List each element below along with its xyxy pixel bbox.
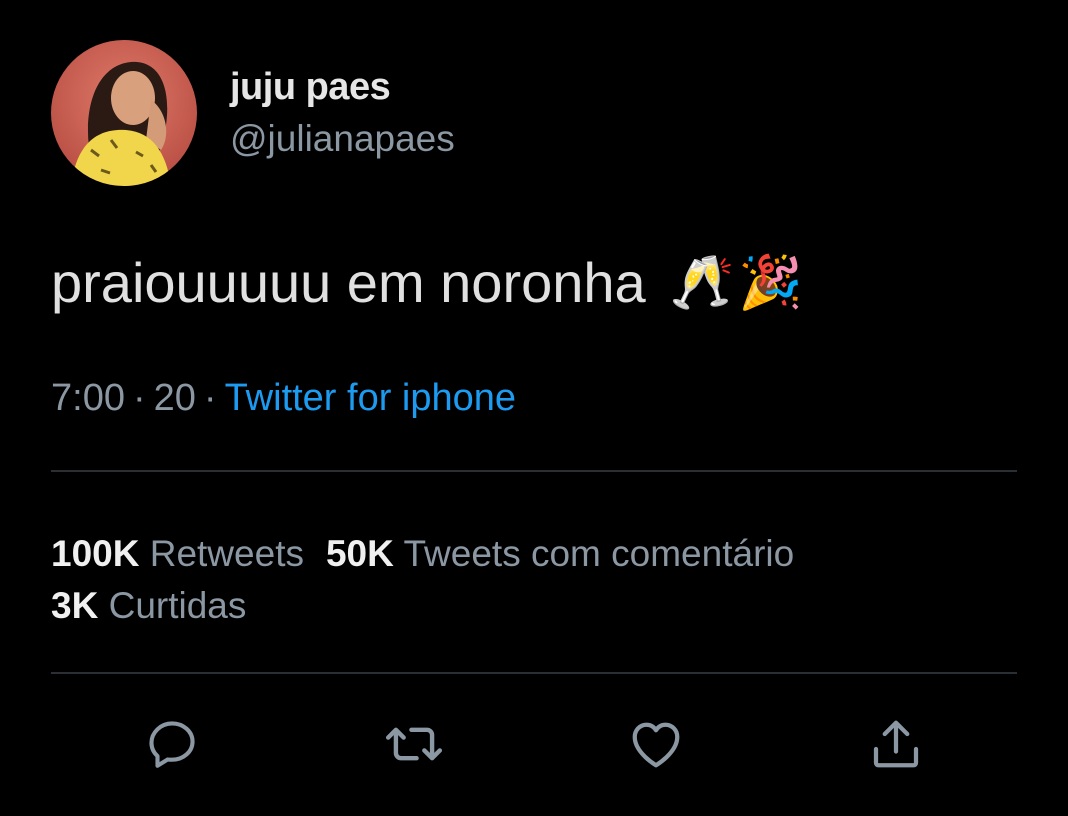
clinking-glasses-emoji: 🥂 xyxy=(669,253,735,312)
tweet-stats: 100K Retweets 50K Tweets com comentário 3… xyxy=(51,528,794,632)
divider xyxy=(51,470,1017,472)
tweet-source-link[interactable]: Twitter for iphone xyxy=(225,377,516,419)
quote-tweets-count: 50K xyxy=(325,533,394,574)
tweet-time[interactable]: 7:00 xyxy=(51,377,125,419)
tweet-detail: juju paes @julianapaes praiouuuuu em nor… xyxy=(0,0,1068,816)
party-popper-emoji: 🎉 xyxy=(738,253,804,312)
meta-separator: · xyxy=(203,377,217,419)
reply-icon xyxy=(149,721,195,768)
likes-label: Curtidas xyxy=(108,585,247,626)
likes-count: 3K xyxy=(51,585,99,626)
divider xyxy=(51,672,1017,674)
user-handle[interactable]: @julianapaes xyxy=(230,118,455,160)
retweet-icon xyxy=(385,727,443,761)
tweet-date[interactable]: 20 xyxy=(154,377,196,419)
likes-stat[interactable]: 3K Curtidas xyxy=(51,585,246,626)
retweets-label: Retweets xyxy=(149,533,304,574)
quote-tweets-stat[interactable]: 50K Tweets com comentário xyxy=(326,533,794,574)
tweet-text: praiouuuuu em noronha 🥂 🎉 xyxy=(51,250,803,315)
avatar-image xyxy=(51,40,197,186)
retweets-stat[interactable]: 100K Retweets xyxy=(51,533,304,574)
retweets-count: 100K xyxy=(51,533,140,574)
heart-icon xyxy=(632,722,680,768)
avatar[interactable] xyxy=(51,40,197,186)
tweet-actions-bar xyxy=(0,700,1068,790)
like-button[interactable] xyxy=(624,712,688,776)
reply-button[interactable] xyxy=(140,712,204,776)
tweet-text-content: praiouuuuu em noronha xyxy=(51,251,646,314)
share-button[interactable] xyxy=(864,712,928,776)
share-icon xyxy=(873,720,919,768)
retweet-button[interactable] xyxy=(382,712,446,776)
meta-separator: · xyxy=(132,377,146,419)
tweet-meta: 7:00 · 20 · Twitter for iphone xyxy=(51,377,516,420)
user-display-name[interactable]: juju paes xyxy=(230,66,391,109)
quote-tweets-label: Tweets com comentário xyxy=(403,533,795,574)
